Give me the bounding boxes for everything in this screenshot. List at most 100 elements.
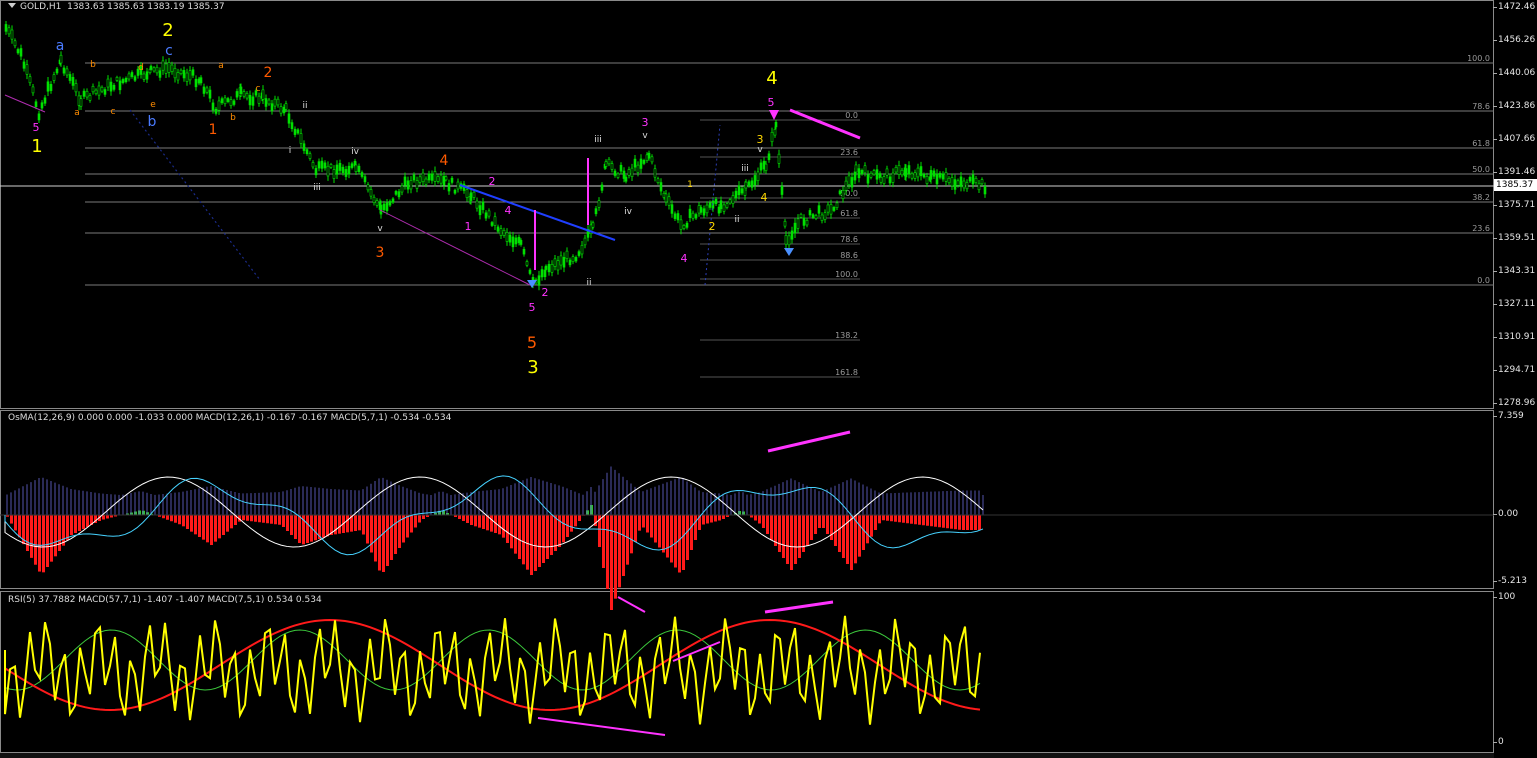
wave-label: 5 — [527, 333, 537, 352]
wave-label: v — [377, 224, 383, 234]
candle-body — [197, 78, 201, 84]
osma-bar — [934, 515, 937, 527]
price-tick: 1278.96 — [1492, 398, 1536, 408]
fib-left-label: 23.6 — [1472, 224, 1490, 233]
candle-body — [770, 131, 774, 143]
candle-body — [4, 24, 8, 32]
osma-bar — [246, 515, 249, 521]
collapse-icon[interactable] — [8, 3, 16, 8]
osma-bar — [482, 515, 485, 529]
candle-body — [956, 180, 960, 186]
candle-body — [239, 86, 243, 94]
wave-label: a — [218, 61, 224, 71]
candle-body — [158, 70, 162, 78]
osma-bar — [574, 515, 577, 527]
candle-body — [511, 236, 515, 248]
osma-bar — [278, 515, 281, 525]
candle-body — [817, 205, 821, 214]
osma-bar — [42, 515, 45, 573]
candle-body — [953, 179, 957, 190]
osma-bar — [534, 515, 537, 571]
candle-body — [872, 170, 876, 175]
candle-body — [705, 204, 709, 214]
candle-body — [811, 214, 815, 218]
wave-label: ii — [734, 215, 739, 225]
candle-body — [932, 170, 936, 177]
osma-bar — [226, 515, 229, 532]
osma-bar — [798, 515, 801, 558]
candle-body — [916, 167, 920, 178]
candle-body — [273, 98, 277, 107]
candle-body — [118, 80, 122, 91]
candle-body — [647, 152, 651, 159]
candle-body — [983, 186, 987, 195]
osma-bar — [142, 510, 145, 515]
wave-label: 5 — [33, 121, 40, 134]
osma-bar — [910, 515, 913, 524]
candle-body — [799, 213, 803, 218]
candle-body — [685, 222, 689, 228]
wave-label: 5 — [529, 301, 536, 314]
osma-tick: -5.213 — [1492, 576, 1528, 586]
fib-right-label: 161.8 — [835, 368, 858, 377]
osma-bar — [762, 515, 765, 528]
candle-body — [447, 183, 451, 192]
candle-body — [688, 208, 692, 218]
candle-body — [767, 153, 771, 161]
candle-body — [360, 172, 364, 177]
candle-body — [82, 90, 86, 97]
fib-right-label: 61.8 — [840, 209, 858, 218]
candle-body — [805, 220, 809, 226]
osma-bar — [458, 515, 461, 519]
candle-body — [308, 153, 312, 159]
candle-body — [436, 176, 440, 182]
osma-bar — [658, 515, 661, 548]
candle-body — [844, 180, 848, 191]
price-axis[interactable]: 1472.46 1456.26 1440.06 1423.86 1407.66 … — [1492, 0, 1537, 409]
osma-bar — [386, 515, 389, 566]
candle-body — [52, 74, 56, 81]
osma-bar — [738, 511, 741, 515]
candle-body — [499, 228, 503, 236]
fib-right-label: 88.6 — [840, 251, 858, 260]
candle-body — [756, 171, 760, 181]
candle-body — [553, 258, 557, 267]
divergence-line — [537, 717, 666, 736]
osma-bar — [406, 515, 409, 538]
osma-tick: 7.359 — [1493, 411, 1524, 421]
osma-bar — [810, 515, 813, 540]
wave-label: 2 — [709, 220, 716, 233]
osma-bar — [970, 515, 973, 530]
wave-4-label: 4 — [766, 68, 777, 89]
candle-body — [505, 232, 509, 242]
osma-bar — [518, 515, 521, 559]
divergence-line — [767, 430, 851, 453]
candle-body — [537, 275, 541, 286]
candle-body — [875, 169, 879, 180]
osma-bar — [410, 515, 413, 533]
osma-bar — [666, 515, 669, 558]
candle-body — [699, 207, 703, 213]
candle-body — [753, 175, 757, 186]
candle-body — [522, 248, 526, 255]
osma-bar — [258, 515, 261, 523]
osma-bar — [306, 515, 309, 543]
osma-bar — [338, 515, 341, 534]
candle-body — [484, 212, 488, 219]
osma-bar — [242, 515, 245, 521]
fib-left-label: 78.6 — [1472, 102, 1490, 111]
candle-body — [633, 158, 637, 168]
candle-body — [793, 222, 797, 234]
candle-body — [925, 176, 929, 184]
osma-bar — [758, 515, 761, 524]
osma-bar — [14, 515, 17, 531]
fib-left-label: 0.0 — [1477, 276, 1490, 285]
osma-bar — [170, 515, 173, 522]
candle-body — [226, 98, 230, 102]
candle-body — [251, 96, 255, 106]
osma-bar — [62, 515, 65, 546]
osma-axis: 7.359 0.00 -5.213 — [1492, 410, 1537, 589]
osma-bar — [678, 515, 681, 573]
candle-body — [879, 177, 883, 183]
osma-bar — [358, 515, 361, 531]
